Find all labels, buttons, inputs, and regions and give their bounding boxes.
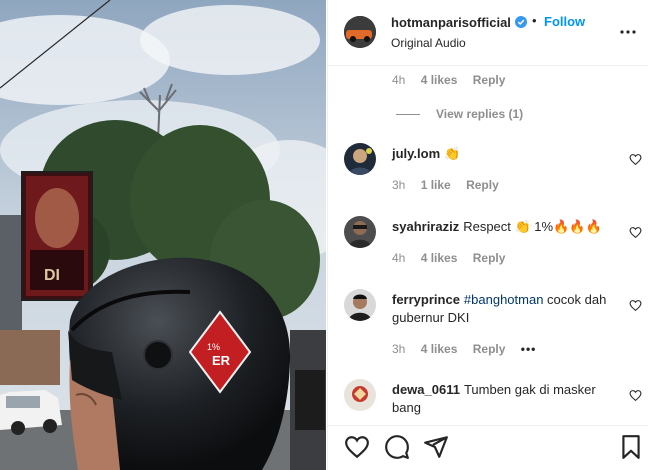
post-header: hotmanparisofficial • Follow Original Au… — [328, 0, 648, 66]
avatar[interactable] — [344, 379, 376, 411]
view-replies-button[interactable]: View replies (1) — [396, 107, 523, 121]
reply-button[interactable]: Reply — [473, 251, 506, 265]
heart-icon[interactable] — [344, 434, 370, 460]
author-username[interactable]: hotmanparisofficial — [391, 15, 511, 30]
action-bar — [328, 425, 648, 470]
heart-icon[interactable] — [629, 299, 642, 312]
svg-text:1%: 1% — [207, 342, 220, 352]
comment-likes[interactable]: 4 likes — [421, 342, 458, 356]
comment-username[interactable]: ferryprince — [392, 292, 460, 307]
comment-icon[interactable] — [384, 434, 410, 460]
hashtag-link[interactable]: #banghotman — [464, 292, 544, 307]
verified-badge-icon — [515, 16, 527, 28]
view-replies-label: View replies (1) — [436, 107, 524, 121]
comment-text: july.lom 👏 — [392, 145, 612, 163]
comment-likes[interactable]: 4 likes — [421, 251, 458, 265]
comment-body: Respect 👏 1%🔥🔥🔥 — [463, 219, 602, 234]
comment-username[interactable]: july.lom — [392, 146, 440, 161]
comment-meta: 4h 4 likes Reply — [392, 73, 517, 87]
comment-time: 3h — [392, 178, 406, 192]
author-avatar[interactable] — [344, 16, 376, 48]
audio-label[interactable]: Original Audio — [391, 36, 466, 50]
reply-button[interactable]: Reply — [473, 73, 506, 87]
comment-text: syahriraziz Respect 👏 1%🔥🔥🔥 — [392, 218, 612, 236]
comment-meta: 3h 4 likes Reply ••• — [392, 342, 548, 356]
bookmark-icon[interactable] — [618, 434, 644, 460]
heart-icon[interactable] — [629, 226, 642, 239]
comment-text: dewa_0611 Tumben gak di masker bang — [392, 381, 612, 417]
separator-dot: • — [532, 13, 537, 28]
comments-panel: hotmanparisofficial • Follow Original Au… — [327, 0, 648, 470]
comment-options-button[interactable]: ••• — [521, 342, 537, 356]
divider — [396, 114, 420, 116]
reply-button[interactable]: Reply — [466, 178, 499, 192]
avatar — [346, 67, 374, 69]
comment-time: 4h — [392, 251, 406, 265]
avatar[interactable] — [344, 289, 376, 321]
billboard-text: DI — [44, 267, 60, 284]
avatar[interactable] — [344, 143, 376, 175]
comment-time: 3h — [392, 342, 406, 356]
share-icon[interactable] — [423, 434, 449, 460]
heart-icon[interactable] — [629, 389, 642, 402]
avatar[interactable] — [344, 216, 376, 248]
comment-likes[interactable]: 4 likes — [421, 73, 458, 87]
comment-text: ferryprince #banghotman cocok dah gubernu… — [392, 291, 612, 327]
comment-body: 👏 — [444, 146, 461, 161]
video-frame-image: DI 1% ER — [0, 0, 326, 470]
comment-username[interactable]: dewa_0611 — [392, 382, 460, 397]
follow-button[interactable]: Follow — [544, 14, 585, 29]
comment-meta: 3h 1 like Reply — [392, 178, 511, 192]
comments-list[interactable]: 4h 4 likes Reply View replies (1) july.l… — [328, 67, 648, 425]
post-media[interactable]: DI 1% ER — [0, 0, 326, 470]
more-icon[interactable] — [618, 22, 638, 42]
heart-icon[interactable] — [629, 153, 642, 166]
svg-text:ER: ER — [212, 353, 231, 368]
comment-time: 4h — [392, 73, 406, 87]
comment-likes[interactable]: 1 like — [421, 178, 451, 192]
comment-meta: 4h 4 likes Reply — [392, 251, 517, 265]
comment-username[interactable]: syahriraziz — [392, 219, 459, 234]
reply-button[interactable]: Reply — [473, 342, 506, 356]
